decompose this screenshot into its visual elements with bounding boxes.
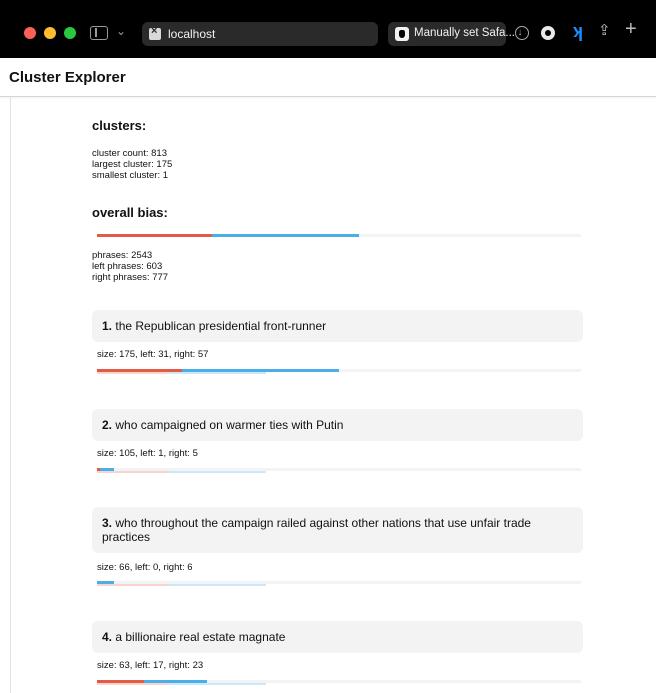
left-phrases-count: left phrases: 603 bbox=[92, 261, 163, 272]
cluster-right-ref-segment bbox=[169, 584, 266, 586]
cluster-rank: 4. bbox=[102, 630, 113, 644]
clusters-stats: cluster count: 813 largest cluster: 175 … bbox=[92, 148, 172, 181]
right-phrases-count: right phrases: 777 bbox=[92, 272, 169, 283]
overall-bias-right-segment bbox=[211, 234, 360, 237]
cluster-bias-bar bbox=[97, 369, 581, 374]
cluster-card-title[interactable]: 1. the Republican presidential front-run… bbox=[92, 310, 583, 342]
cluster-rank: 2. bbox=[102, 418, 113, 432]
divider bbox=[10, 97, 11, 693]
cluster-right-ref-segment bbox=[169, 683, 266, 685]
smallest-cluster: smallest cluster: 1 bbox=[92, 170, 169, 181]
overall-bias-left-segment bbox=[97, 234, 212, 237]
address-bar[interactable]: localhost bbox=[142, 22, 378, 46]
chevron-down-icon[interactable]: ⌄ bbox=[116, 24, 126, 38]
extension-k-icon[interactable]: ʞ bbox=[573, 22, 583, 40]
cluster-rank: 3. bbox=[102, 516, 113, 530]
cluster-phrase: who campaigned on warmer ties with Putin bbox=[115, 418, 344, 432]
cluster-size-text: size: 63, left: 17, right: 23 bbox=[97, 660, 204, 671]
close-window-button[interactable] bbox=[24, 27, 36, 39]
overall-bias-section: overall bias: bbox=[92, 205, 168, 220]
extension-g-icon[interactable] bbox=[541, 26, 555, 40]
cluster-right-ref-segment bbox=[169, 471, 266, 473]
minimize-window-button[interactable] bbox=[44, 27, 56, 39]
download-icon[interactable] bbox=[515, 24, 529, 42]
cluster-left-ref-segment bbox=[97, 584, 169, 586]
cluster-card-title[interactable]: 4. a billionaire real estate magnate bbox=[92, 621, 583, 653]
sidebar-toggle-icon[interactable] bbox=[90, 26, 108, 40]
cluster-left-ref-segment bbox=[97, 372, 169, 374]
cluster-size-text: size: 175, left: 31, right: 57 bbox=[97, 349, 209, 360]
largest-cluster: largest cluster: 175 bbox=[92, 159, 173, 170]
cluster-phrase: who throughout the campaign railed again… bbox=[102, 516, 531, 544]
page-title: Cluster Explorer bbox=[9, 69, 126, 86]
overall-bias-bar bbox=[97, 234, 581, 237]
zoom-window-button[interactable] bbox=[64, 27, 76, 39]
overall-bias-heading: overall bias: bbox=[92, 205, 168, 220]
new-tab-icon[interactable]: + bbox=[625, 19, 637, 39]
cluster-left-ref-segment bbox=[97, 471, 169, 473]
cluster-bias-bar bbox=[97, 468, 581, 473]
cluster-bias-bar bbox=[97, 680, 581, 685]
phrases-count: phrases: 2543 bbox=[92, 250, 153, 261]
cluster-count: cluster count: 813 bbox=[92, 148, 167, 159]
clusters-section: clusters: bbox=[92, 118, 146, 133]
cluster-bias-bar bbox=[97, 581, 581, 586]
cluster-size-text: size: 66, left: 0, right: 6 bbox=[97, 562, 193, 573]
clusters-heading: clusters: bbox=[92, 118, 147, 133]
cluster-card-title[interactable]: 3. who throughout the campaign railed ag… bbox=[92, 507, 583, 553]
app-header: Cluster Explorer bbox=[0, 58, 656, 97]
address-text[interactable]: localhost bbox=[168, 27, 215, 41]
share-icon[interactable]: ⇪ bbox=[598, 22, 611, 40]
browser-tab[interactable]: Manually set Safa... bbox=[388, 22, 515, 46]
cluster-right-ref-segment bbox=[169, 372, 266, 374]
cluster-left-ref-segment bbox=[97, 683, 169, 685]
site-favicon-icon bbox=[149, 25, 161, 40]
cluster-phrase: the Republican presidential front-runner bbox=[115, 319, 327, 333]
browser-toolbar: ⌄ localhost Manually set Safa... ʞ ⇪ + bbox=[0, 0, 656, 58]
overall-bias-stats: phrases: 2543 left phrases: 603 right ph… bbox=[92, 250, 168, 283]
apple-icon bbox=[395, 27, 409, 41]
cluster-rank: 1. bbox=[102, 319, 113, 333]
cluster-size-text: size: 105, left: 1, right: 5 bbox=[97, 448, 198, 459]
tab-title: Manually set Safa... bbox=[414, 27, 515, 39]
cluster-card-title[interactable]: 2. who campaigned on warmer ties with Pu… bbox=[92, 409, 583, 441]
cluster-phrase: a billionaire real estate magnate bbox=[115, 630, 286, 644]
